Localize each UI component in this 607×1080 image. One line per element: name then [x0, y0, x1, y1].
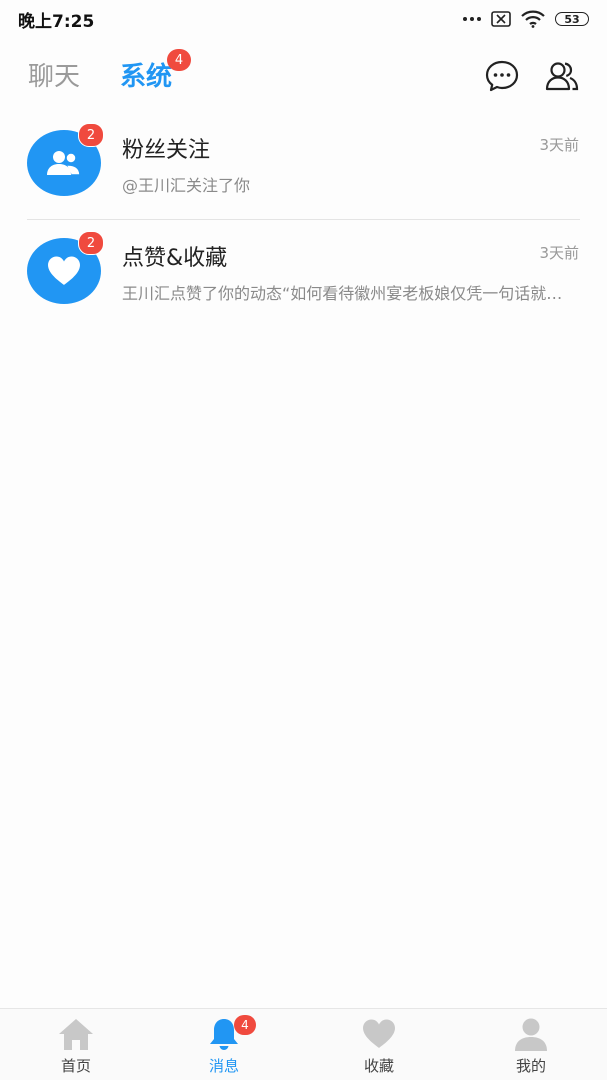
fans-subtitle: @王川汇关注了你 — [122, 176, 251, 195]
nav-home-label: 首页 — [60, 1057, 91, 1075]
heart-icon — [48, 256, 80, 285]
nav-messages[interactable]: 4 消息 — [164, 1009, 284, 1080]
tab-system[interactable]: 系统 — [120, 56, 172, 93]
chat-bubble-icon[interactable] — [484, 58, 520, 94]
nav-messages-label: 消息 — [208, 1057, 239, 1075]
users-icon — [47, 151, 81, 176]
nav-profile[interactable]: 我的 — [471, 1009, 591, 1080]
nav-favorites-label: 收藏 — [363, 1057, 394, 1075]
likes-title: 点赞&收藏 — [122, 246, 228, 271]
tab-chat[interactable]: 聊天 — [28, 56, 80, 93]
contacts-icon[interactable] — [544, 58, 580, 94]
fans-badge: 2 — [78, 123, 104, 147]
fans-time: 3天前 — [539, 136, 579, 154]
list-item-likes[interactable]: 2 点赞&收藏 王川汇点赞了你的动态“如何看待徽州宴老板娘仅凭一句话就… 3天前 — [0, 220, 607, 328]
status-time: 晚上7:25 — [18, 11, 95, 32]
nav-messages-badge: 4 — [234, 1015, 256, 1035]
no-sim-icon — [491, 11, 511, 27]
nav-home[interactable]: 首页 — [16, 1009, 136, 1080]
list-item-fans[interactable]: 2 粉丝关注 @王川汇关注了你 3天前 — [0, 112, 607, 220]
tab-system-badge: 4 — [167, 49, 191, 71]
likes-badge: 2 — [78, 231, 104, 255]
heart-icon — [363, 1019, 395, 1048]
message-list: 2 粉丝关注 @王川汇关注了你 3天前 2 点赞&收藏 王川汇点赞了你的动态“如… — [0, 112, 607, 328]
likes-subtitle: 王川汇点赞了你的动态“如何看待徽州宴老板娘仅凭一句话就… — [122, 284, 563, 303]
nav-profile-label: 我的 — [515, 1057, 546, 1075]
status-icons: 53 — [463, 10, 589, 28]
more-dots-icon — [463, 17, 481, 21]
nav-favorites[interactable]: 收藏 — [319, 1009, 439, 1080]
person-icon — [515, 1018, 547, 1051]
home-icon — [59, 1019, 93, 1050]
wifi-icon — [521, 10, 545, 28]
fans-title: 粉丝关注 — [122, 138, 211, 163]
battery-indicator: 53 — [555, 12, 589, 26]
header: 聊天 系统 4 — [0, 44, 607, 106]
screen: 晚上7:25 53 聊天 系统 4 2 粉丝关注 @王川汇关注了你 3天前 2 … — [0, 0, 607, 1080]
status-bar: 晚上7:25 53 — [0, 0, 607, 38]
bottom-nav: 首页 4 消息 收藏 我的 — [0, 1008, 607, 1080]
likes-time: 3天前 — [539, 244, 579, 262]
